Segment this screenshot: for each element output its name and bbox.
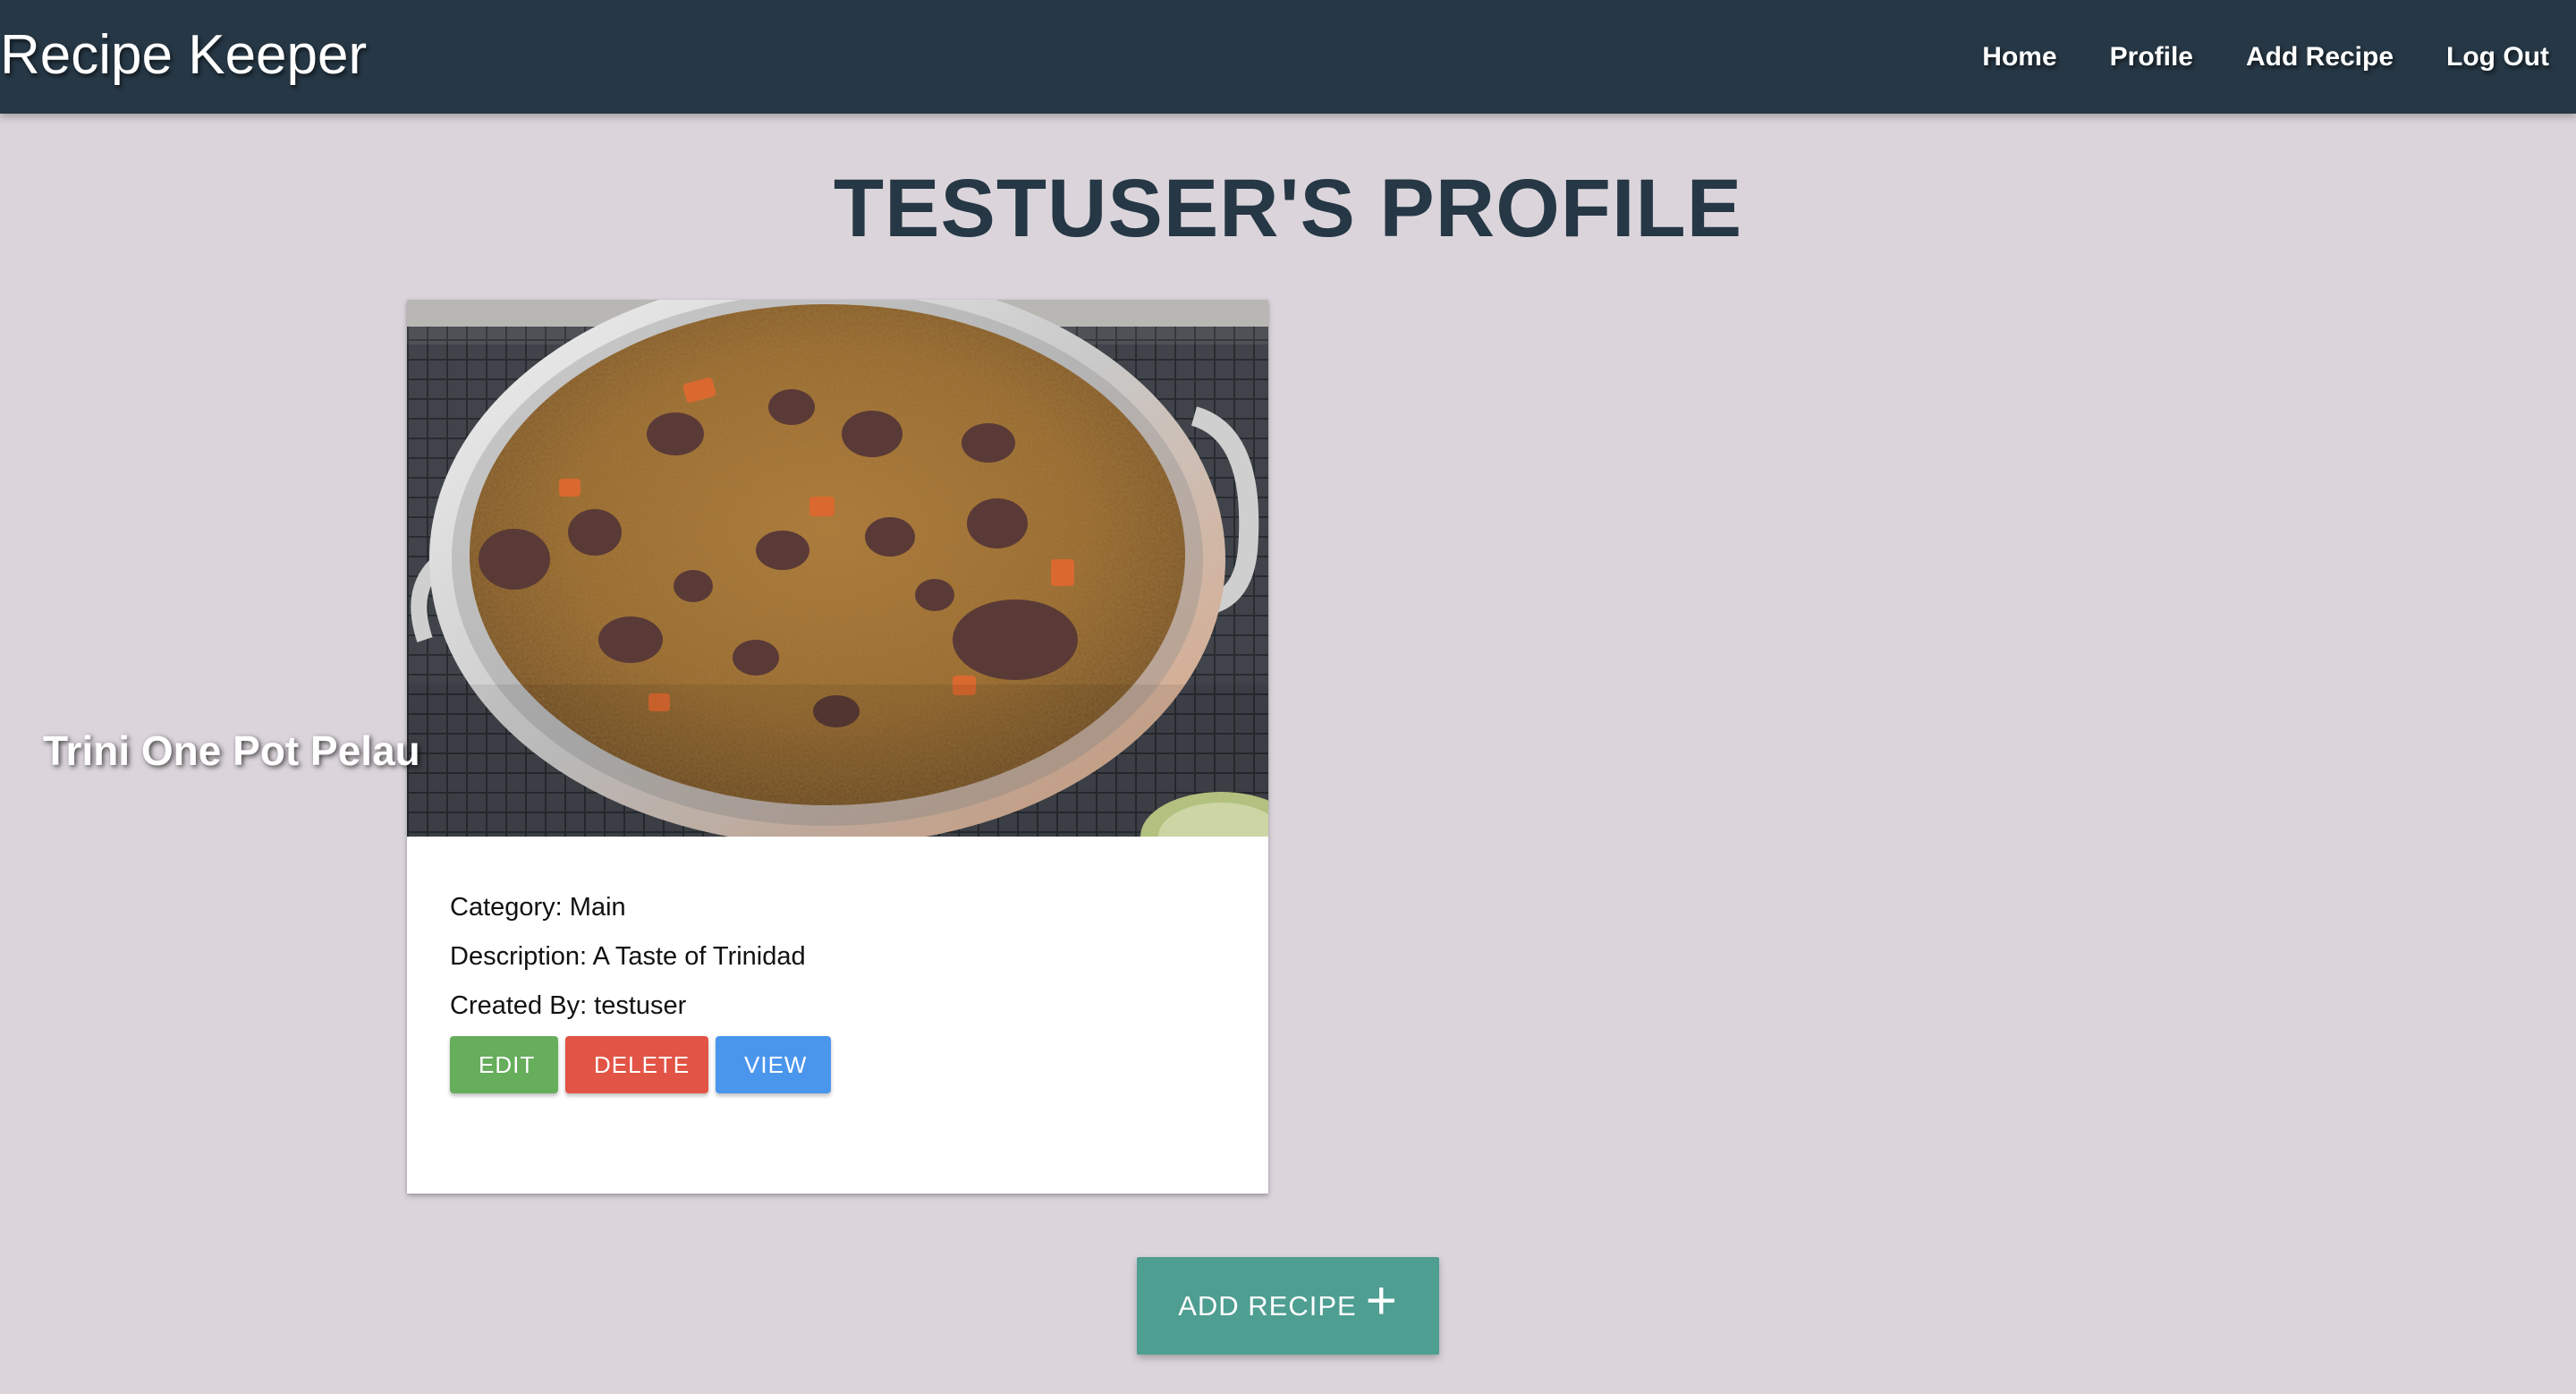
nav-profile-link[interactable]: Profile [2110, 42, 2193, 72]
delete-button[interactable]: DELETE [565, 1036, 708, 1093]
plus-icon: + [1365, 1270, 1398, 1330]
edit-button[interactable]: EDIT [450, 1036, 558, 1093]
nav-home-link[interactable]: Home [1982, 42, 2056, 72]
card-actions: EDIT DELETE VIEW [450, 1036, 831, 1093]
view-button[interactable]: VIEW [716, 1036, 831, 1093]
nav-links: Home Profile Add Recipe Log Out [1982, 0, 2549, 114]
add-recipe-label: ADD RECIPE [1178, 1289, 1357, 1322]
recipe-category: Category: Main [450, 893, 626, 922]
nav-add-recipe-link[interactable]: Add Recipe [2246, 42, 2394, 72]
recipe-image [407, 300, 1268, 837]
page-title: TESTUSER'S PROFILE [833, 163, 1743, 254]
recipe-created-by: Created By: testuser [450, 991, 687, 1020]
add-recipe-button[interactable]: ADD RECIPE + [1137, 1257, 1439, 1355]
recipe-title[interactable]: Trini One Pot Pelau [43, 727, 420, 775]
nav-log-out-link[interactable]: Log Out [2446, 42, 2549, 72]
brand-logo[interactable]: Recipe Keeper [0, 0, 367, 114]
recipe-description: Description: A Taste of Trinidad [450, 942, 806, 971]
top-navbar: Recipe Keeper Home Profile Add Recipe Lo… [0, 0, 2576, 114]
